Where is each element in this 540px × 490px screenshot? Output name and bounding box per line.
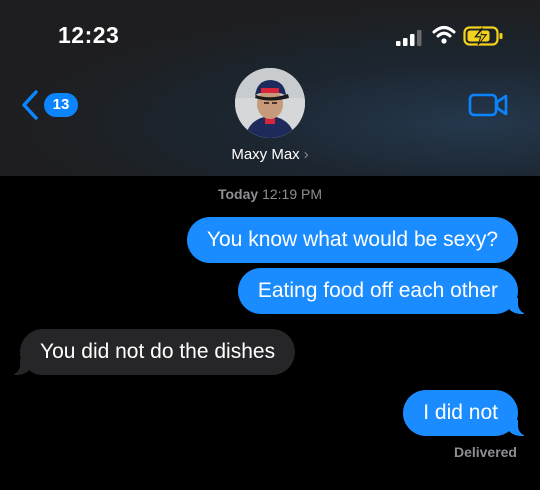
video-camera-icon[interactable] bbox=[468, 92, 508, 118]
delivery-status: Delivered bbox=[453, 444, 517, 460]
sent-message-bubble[interactable]: You know what would be sexy? bbox=[186, 217, 518, 263]
message-text: I did not bbox=[423, 401, 498, 424]
timestamp-day: Today bbox=[217, 186, 259, 202]
chevron-right-icon: › bbox=[303, 146, 309, 163]
wifi-icon bbox=[432, 26, 456, 44]
signal-bars-icon bbox=[396, 30, 422, 46]
contact-name-button[interactable]: Maxy Max › bbox=[0, 146, 540, 163]
contact-avatar[interactable] bbox=[235, 68, 305, 138]
avatar-photo bbox=[235, 68, 305, 138]
message-timestamp: Today 12:19 PM bbox=[0, 186, 540, 202]
contact-name: Maxy Max bbox=[231, 146, 300, 163]
timestamp-time: 12:19 PM bbox=[262, 186, 323, 202]
back-button[interactable]: 13 bbox=[20, 88, 80, 122]
message-text: Eating food off each other bbox=[257, 279, 498, 302]
sent-message-bubble[interactable]: Eating food off each other bbox=[237, 268, 531, 314]
conversation-header: 12:23 13 Maxy Max › bbox=[0, 0, 540, 176]
chevron-left-icon bbox=[22, 90, 38, 120]
sent-message-bubble[interactable]: I did not bbox=[403, 390, 530, 436]
battery-charging-icon bbox=[463, 26, 503, 46]
unread-count-badge: 13 bbox=[44, 93, 78, 117]
received-message-bubble[interactable]: You did not do the dishes bbox=[7, 329, 296, 375]
status-time: 12:23 bbox=[58, 22, 120, 48]
message-text: You did not do the dishes bbox=[40, 340, 276, 363]
